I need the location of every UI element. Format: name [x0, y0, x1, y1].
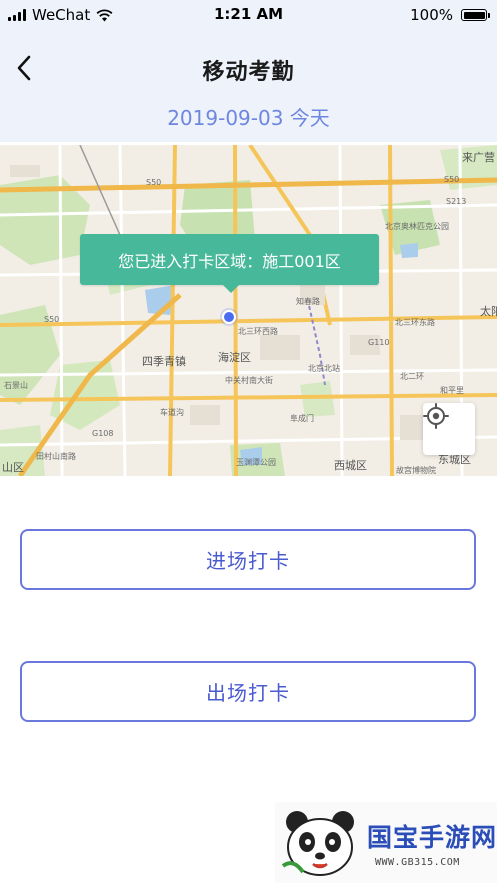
watermark-url: WWW.GB315.COM — [375, 857, 460, 868]
map-label: 玉渊潭公园 — [236, 458, 276, 467]
battery-fill — [463, 11, 485, 19]
map-label: 知春路 — [296, 297, 320, 306]
map-label: 北三环西路 — [238, 327, 278, 336]
map-label: G108 — [92, 429, 114, 438]
battery-percent: 100% — [410, 6, 453, 24]
map-label: 海淀区 — [218, 351, 251, 364]
map-label: 中关村南大街 — [225, 376, 273, 385]
map-view[interactable]: S50 S50 S50 S213 G108 G110 北京奥林匹克公园 来广营 … — [0, 145, 497, 476]
page-title: 移动考勤 — [202, 60, 295, 85]
map-label: 太阳 — [480, 305, 497, 318]
crosshair-icon — [423, 403, 449, 429]
map-label: 石景山 — [4, 381, 28, 390]
map-label: G110 — [368, 338, 390, 347]
map-label: S213 — [446, 197, 467, 206]
watermark-brand: 国宝手游网 — [367, 823, 497, 852]
check-in-button[interactable]: 进场打卡 — [20, 529, 476, 590]
status-bar: WeChat 1:21 AM 100% — [0, 0, 497, 30]
watermark: 国宝手游网 WWW.GB315.COM — [275, 802, 497, 883]
map-label: 西城区 — [334, 459, 367, 472]
map-label: S50 — [44, 315, 60, 324]
map-label: 故宫博物院 — [396, 466, 436, 475]
map-label: 来广营 — [462, 151, 495, 164]
map-label: 田村山南路 — [36, 452, 76, 461]
map-label: 北京北站 — [308, 364, 340, 373]
map-label: 山区 — [2, 461, 24, 474]
check-out-button[interactable]: 出场打卡 — [20, 661, 476, 722]
current-location-marker — [222, 310, 236, 324]
status-right: 100% — [410, 6, 490, 24]
check-in-label: 进场打卡 — [206, 549, 290, 573]
locate-button[interactable] — [423, 403, 475, 455]
header: 移动考勤 2019-09-03 今天 — [0, 30, 497, 142]
geofence-tooltip: 您已进入打卡区域：施工001区 — [80, 234, 379, 293]
date-label: 2019-09-03 今天 — [167, 106, 330, 130]
map-label: 四季青镇 — [142, 355, 186, 368]
battery-icon — [461, 9, 490, 21]
map-label: 北二环 — [400, 372, 424, 381]
map-label: S50 — [146, 178, 162, 187]
map-label: 北京奥林匹克公园 — [385, 222, 449, 231]
map-label: 车道沟 — [160, 408, 184, 417]
map-label: 和平里 — [440, 386, 464, 395]
panda-icon — [281, 811, 354, 876]
map-label: S50 — [444, 175, 460, 184]
check-out-label: 出场打卡 — [206, 681, 290, 705]
map-label: 北三环东路 — [395, 318, 435, 327]
map-label: 阜成门 — [290, 414, 314, 423]
